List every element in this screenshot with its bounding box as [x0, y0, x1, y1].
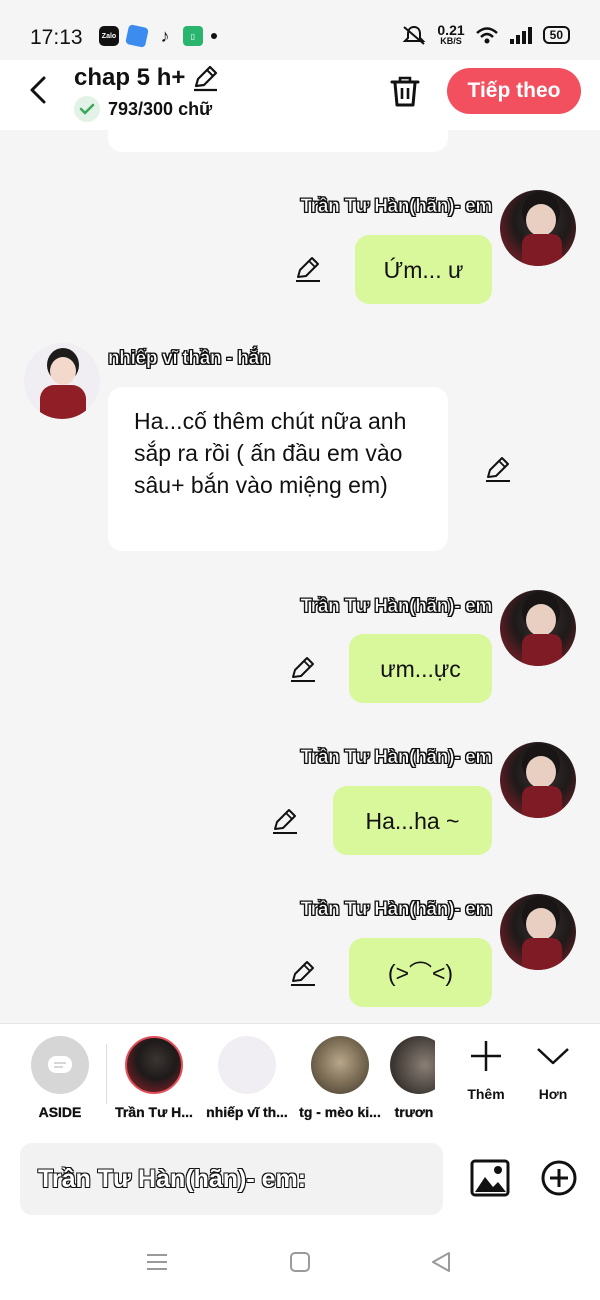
system-nav-bar — [0, 1231, 600, 1300]
avatar[interactable] — [500, 742, 576, 818]
add-character-button[interactable]: Thêm — [456, 1038, 516, 1102]
edit-message-icon[interactable] — [483, 454, 513, 484]
back-button[interactable] — [24, 74, 52, 106]
delete-button[interactable] — [386, 72, 424, 110]
message-input[interactable]: Trần Tư Hàn(hãn)- em: — [20, 1143, 443, 1215]
more-button[interactable]: Hơn — [523, 1038, 583, 1102]
mute-icon — [402, 25, 426, 45]
avatar — [390, 1036, 435, 1094]
avatar — [311, 1036, 369, 1094]
character-label: trươn — [394, 1104, 434, 1120]
edit-message-icon[interactable] — [288, 958, 318, 988]
character-truong[interactable]: trươn — [373, 1036, 435, 1120]
app-notification-icon — [125, 24, 149, 48]
message-sender: nhiếp vĩ thần - hắn — [108, 348, 271, 370]
add-circle-icon[interactable] — [540, 1159, 578, 1197]
menu-icon[interactable] — [146, 1251, 168, 1273]
avatar[interactable] — [500, 190, 576, 266]
signal-icon — [509, 26, 532, 44]
battery-indicator: 50 — [542, 25, 570, 44]
status-time: 17:13 — [30, 26, 83, 49]
chevron-down-icon — [537, 1048, 569, 1065]
check-icon — [74, 96, 100, 122]
battery-app-icon: ▯ — [183, 26, 203, 46]
avatar[interactable] — [24, 343, 100, 419]
avatar[interactable] — [500, 590, 576, 666]
avatar — [218, 1036, 276, 1094]
aside-avatar — [31, 1036, 89, 1094]
message-bubble[interactable]: Ha...cố thêm chút nữa anh sắp ra rồi ( ấ… — [108, 387, 448, 551]
zalo-icon: Zalo — [99, 26, 119, 46]
home-icon[interactable] — [289, 1251, 311, 1273]
character-label: nhiếp vĩ th... — [206, 1104, 288, 1120]
character-label: ASIDE — [38, 1104, 82, 1120]
edit-title-icon[interactable] — [191, 64, 219, 92]
notification-icons: Zalo ♪ ▯ — [99, 24, 217, 48]
message-bubble[interactable]: (˃⌒˂) — [349, 938, 492, 1007]
character-nhiep-vi-than[interactable]: nhiếp vĩ th... — [204, 1036, 290, 1120]
character-bar: ASIDE Trần Tư H... nhiếp vĩ th... tg - m… — [0, 1023, 600, 1131]
chapter-title-area: chap 5 h+ 793/300 chữ — [74, 64, 219, 122]
edit-message-icon[interactable] — [293, 254, 323, 284]
compose-row: Trần Tư Hàn(hãn)- em: — [0, 1131, 600, 1231]
wifi-icon — [475, 26, 498, 43]
status-bar: 17:13 Zalo ♪ ▯ 0.21 KB/S 50 — [0, 0, 600, 60]
more-notifications-dot — [211, 33, 217, 39]
message-sender: Trần Tư Hàn(hãn)- em — [300, 596, 492, 618]
character-aside[interactable]: ASIDE — [17, 1036, 103, 1120]
back-triangle-icon[interactable] — [430, 1251, 452, 1273]
message-bubble[interactable]: Ha...ha ~ — [333, 786, 492, 855]
avatar — [125, 1036, 183, 1094]
trash-icon — [390, 76, 420, 107]
character-label: Trần Tư H... — [115, 1104, 193, 1120]
message-sender: Trần Tư Hàn(hãn)- em — [300, 899, 492, 921]
message-bubble[interactable]: Ứm... ư — [355, 235, 492, 304]
avatar[interactable] — [500, 894, 576, 970]
next-button[interactable]: Tiếp theo — [447, 68, 581, 114]
status-right: 0.21 KB/S 50 — [401, 23, 570, 46]
tiktok-icon: ♪ — [160, 25, 170, 46]
previous-message-bubble[interactable] — [108, 130, 448, 152]
message-input-value: Trần Tư Hàn(hãn)- em: — [38, 1164, 307, 1193]
message-sender: Trần Tư Hàn(hãn)- em — [300, 747, 492, 769]
message-text: Ha...cố thêm chút nữa anh sắp ra rồi ( ấ… — [134, 408, 407, 498]
net-speed: 0.21 KB/S — [437, 22, 465, 46]
message-bubble[interactable]: ưm...ực — [349, 634, 492, 703]
divider — [106, 1044, 107, 1104]
chat-bubble-icon — [48, 1056, 72, 1073]
word-count: 793/300 chữ — [108, 98, 213, 119]
edit-message-icon[interactable] — [288, 654, 318, 684]
chevron-left-icon — [30, 76, 46, 104]
message-text: Ha...ha ~ — [365, 807, 460, 834]
chapter-title: chap 5 h+ — [74, 64, 186, 91]
message-text: (˃⌒˂) — [387, 959, 454, 986]
chat-area: Trần Tư Hàn(hãn)- em Ứm... ư nhiếp vĩ th… — [0, 130, 600, 1023]
editor-header: chap 5 h+ 793/300 chữ Tiếp theo — [0, 60, 600, 130]
add-label: Thêm — [467, 1086, 505, 1102]
character-label: tg - mèo ki... — [299, 1104, 381, 1120]
edit-message-icon[interactable] — [270, 806, 300, 836]
message-text: Ứm... ư — [383, 256, 464, 283]
plus-icon — [471, 1041, 501, 1071]
message-sender: Trần Tư Hàn(hãn)- em — [300, 196, 492, 218]
character-tg-meo[interactable]: tg - mèo ki... — [297, 1036, 383, 1120]
character-tran-tu-han[interactable]: Trần Tư H... — [111, 1036, 197, 1120]
insert-image-icon[interactable] — [470, 1159, 510, 1197]
more-label: Hơn — [538, 1086, 568, 1102]
message-text: ưm...ực — [380, 655, 461, 682]
